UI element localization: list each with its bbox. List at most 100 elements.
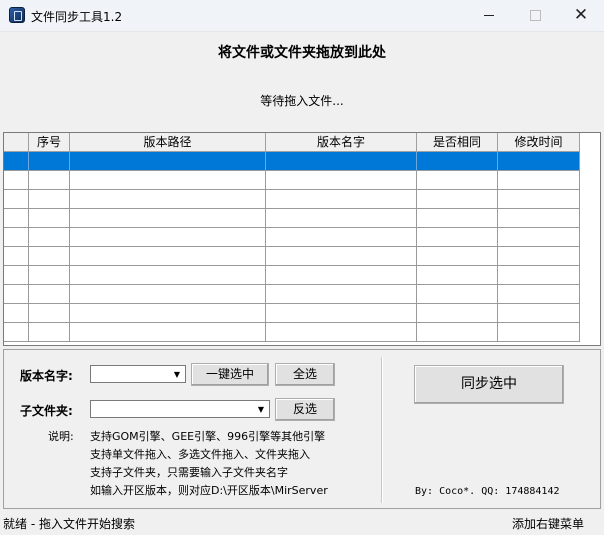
table-cell[interactable] — [29, 266, 70, 285]
table-cell[interactable] — [417, 228, 498, 247]
invert-selection-button[interactable]: 反选 — [275, 398, 335, 421]
table-cell[interactable] — [4, 209, 29, 228]
status-bar: 就绪 - 拖入文件开始搜索 添加右键菜单 — [0, 511, 604, 535]
table-cell[interactable] — [70, 323, 266, 342]
table-cell[interactable] — [417, 304, 498, 323]
chevron-down-icon[interactable]: ▼ — [170, 367, 184, 381]
table-cell[interactable] — [29, 247, 70, 266]
subfolder-label: 子文件夹: — [20, 404, 73, 418]
header-col-indicator[interactable] — [4, 133, 29, 152]
table-row[interactable] — [4, 190, 580, 209]
version-name-combobox[interactable]: ▼ — [90, 365, 186, 383]
table-cell[interactable] — [70, 285, 266, 304]
header-col-index[interactable]: 序号 — [29, 133, 70, 152]
close-button[interactable]: ✕ — [558, 0, 604, 31]
table-cell[interactable] — [266, 209, 417, 228]
table-cell[interactable] — [29, 190, 70, 209]
version-table[interactable]: 序号 版本路径 版本名字 是否相同 修改时间 — [3, 132, 601, 346]
table-row[interactable] — [4, 323, 580, 342]
table-cell[interactable] — [498, 228, 580, 247]
table-cell[interactable] — [70, 209, 266, 228]
sync-selected-button[interactable]: 同步选中 — [414, 365, 564, 404]
chevron-down-icon[interactable]: ▼ — [254, 402, 268, 416]
table-cell[interactable] — [29, 152, 70, 171]
table-cell[interactable] — [70, 228, 266, 247]
table-cell[interactable] — [417, 190, 498, 209]
minimize-button[interactable] — [466, 0, 512, 31]
table-cell[interactable] — [4, 228, 29, 247]
version-name-label: 版本名字: — [20, 369, 73, 383]
table-cell[interactable] — [498, 152, 580, 171]
table-row[interactable] — [4, 171, 580, 190]
table-row[interactable] — [4, 247, 580, 266]
table-cell[interactable] — [29, 209, 70, 228]
table-cell[interactable] — [29, 304, 70, 323]
header-col-version-path[interactable]: 版本路径 — [70, 133, 266, 152]
table-cell[interactable] — [417, 209, 498, 228]
table-cell[interactable] — [266, 304, 417, 323]
table-row[interactable] — [4, 266, 580, 285]
header-col-version-name[interactable]: 版本名字 — [266, 133, 417, 152]
table-cell[interactable] — [498, 190, 580, 209]
add-context-menu-link[interactable]: 添加右键菜单 — [512, 515, 584, 532]
table-row[interactable] — [4, 228, 580, 247]
table-cell[interactable] — [266, 171, 417, 190]
table-cell[interactable] — [266, 190, 417, 209]
table-cell[interactable] — [4, 266, 29, 285]
close-icon: ✕ — [573, 5, 589, 25]
table-cell[interactable] — [70, 266, 266, 285]
table-cell[interactable] — [266, 266, 417, 285]
table-cell[interactable] — [417, 152, 498, 171]
minimize-icon — [484, 15, 494, 16]
table-cell[interactable] — [4, 304, 29, 323]
table-cell[interactable] — [4, 285, 29, 304]
maximize-icon — [529, 10, 541, 21]
table-row[interactable] — [4, 209, 580, 228]
table-cell[interactable] — [4, 152, 29, 171]
table-cell[interactable] — [417, 323, 498, 342]
maximize-button[interactable] — [512, 0, 558, 31]
table-cell[interactable] — [498, 266, 580, 285]
table-cell[interactable] — [70, 247, 266, 266]
table-cell[interactable] — [417, 266, 498, 285]
table-cell[interactable] — [29, 228, 70, 247]
table-cell[interactable] — [498, 209, 580, 228]
table-cell[interactable] — [29, 323, 70, 342]
table-cell[interactable] — [417, 247, 498, 266]
select-all-button[interactable]: 全选 — [275, 363, 335, 386]
table-cell[interactable] — [498, 285, 580, 304]
author-credit: By: Coco*. QQ: 174884142 — [415, 486, 560, 497]
table-cell[interactable] — [498, 323, 580, 342]
table-cell[interactable] — [4, 190, 29, 209]
drop-zone[interactable]: 将文件或文件夹拖放到此处 等待拖入文件... — [0, 32, 604, 130]
table-cell[interactable] — [266, 247, 417, 266]
table-cell[interactable] — [29, 171, 70, 190]
title-bar: 文件同步工具1.2 ✕ — [0, 0, 604, 32]
table-cell[interactable] — [266, 152, 417, 171]
table-cell[interactable] — [4, 323, 29, 342]
table-cell[interactable] — [417, 171, 498, 190]
table-cell[interactable] — [70, 190, 266, 209]
table-cell[interactable] — [70, 171, 266, 190]
note-line: 支持GOM引擎、GEE引擎、996引擎等其他引擎 — [90, 430, 326, 443]
header-col-modified-time[interactable]: 修改时间 — [498, 133, 580, 152]
table-cell[interactable] — [266, 285, 417, 304]
table-cell[interactable] — [498, 171, 580, 190]
table-cell[interactable] — [266, 323, 417, 342]
table-cell[interactable] — [498, 304, 580, 323]
table-cell[interactable] — [498, 247, 580, 266]
table-cell[interactable] — [29, 285, 70, 304]
table-cell[interactable] — [4, 171, 29, 190]
table-row[interactable] — [4, 152, 580, 171]
table-cell[interactable] — [266, 228, 417, 247]
table-row[interactable] — [4, 285, 580, 304]
table-cell[interactable] — [4, 247, 29, 266]
panel-divider — [381, 357, 383, 503]
header-col-is-same[interactable]: 是否相同 — [417, 133, 498, 152]
one-click-select-button[interactable]: 一键选中 — [191, 363, 269, 386]
subfolder-combobox[interactable]: ▼ — [90, 400, 270, 418]
table-cell[interactable] — [70, 152, 266, 171]
table-row[interactable] — [4, 304, 580, 323]
table-cell[interactable] — [70, 304, 266, 323]
table-cell[interactable] — [417, 285, 498, 304]
